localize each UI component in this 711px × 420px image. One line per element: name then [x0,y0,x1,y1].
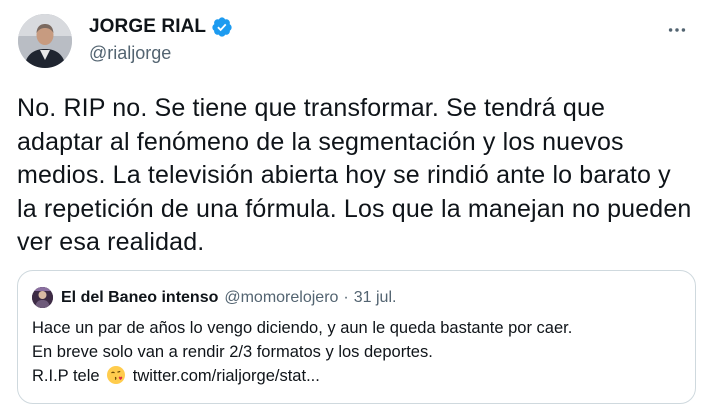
author-avatar[interactable] [18,14,72,68]
quoted-text-line: Hace un par de años lo vengo diciendo, y… [32,319,573,337]
verified-badge-icon [211,16,233,38]
quoted-header: El del Baneo intenso @momorelojero · 31 … [61,287,396,309]
more-horizontal-icon[interactable] [665,18,689,42]
face-blowing-kiss-emoji-icon [106,365,126,385]
quoted-tweet[interactable]: El del Baneo intenso @momorelojero · 31 … [17,270,696,404]
quoted-text-line: En breve solo van a rendir 2/3 formatos … [32,343,433,361]
quoted-handle[interactable]: @momorelojero [224,289,338,307]
author-name-row: JORGE RIAL [89,14,233,40]
author-block: JORGE RIAL @rialjorge [89,14,233,64]
quoted-author-avatar[interactable] [32,287,53,308]
author-handle[interactable]: @rialjorge [89,43,233,64]
quoted-separator: · [343,289,349,306]
quoted-text-last-line: R.I.P tele twitter.com/rialjorge/stat... [32,364,682,388]
quoted-link[interactable]: twitter.com/rialjorge/stat... [133,367,320,385]
quoted-date[interactable]: 31 jul. [354,289,397,307]
tweet-text: No. RIP no. Se tiene que transformar. Se… [17,94,692,256]
avatar-photo-icon [18,14,72,68]
quoted-avatar-photo-icon [32,287,53,308]
author-display-name[interactable]: JORGE RIAL [89,16,206,38]
quoted-display-name[interactable]: El del Baneo intenso [61,289,218,307]
quoted-text: Hace un par de años lo vengo diciendo, y… [32,316,682,388]
quoted-text-prefix: R.I.P tele [32,367,100,385]
tweet-card: JORGE RIAL @rialjorge No. RIP no. Se tie… [0,0,711,420]
